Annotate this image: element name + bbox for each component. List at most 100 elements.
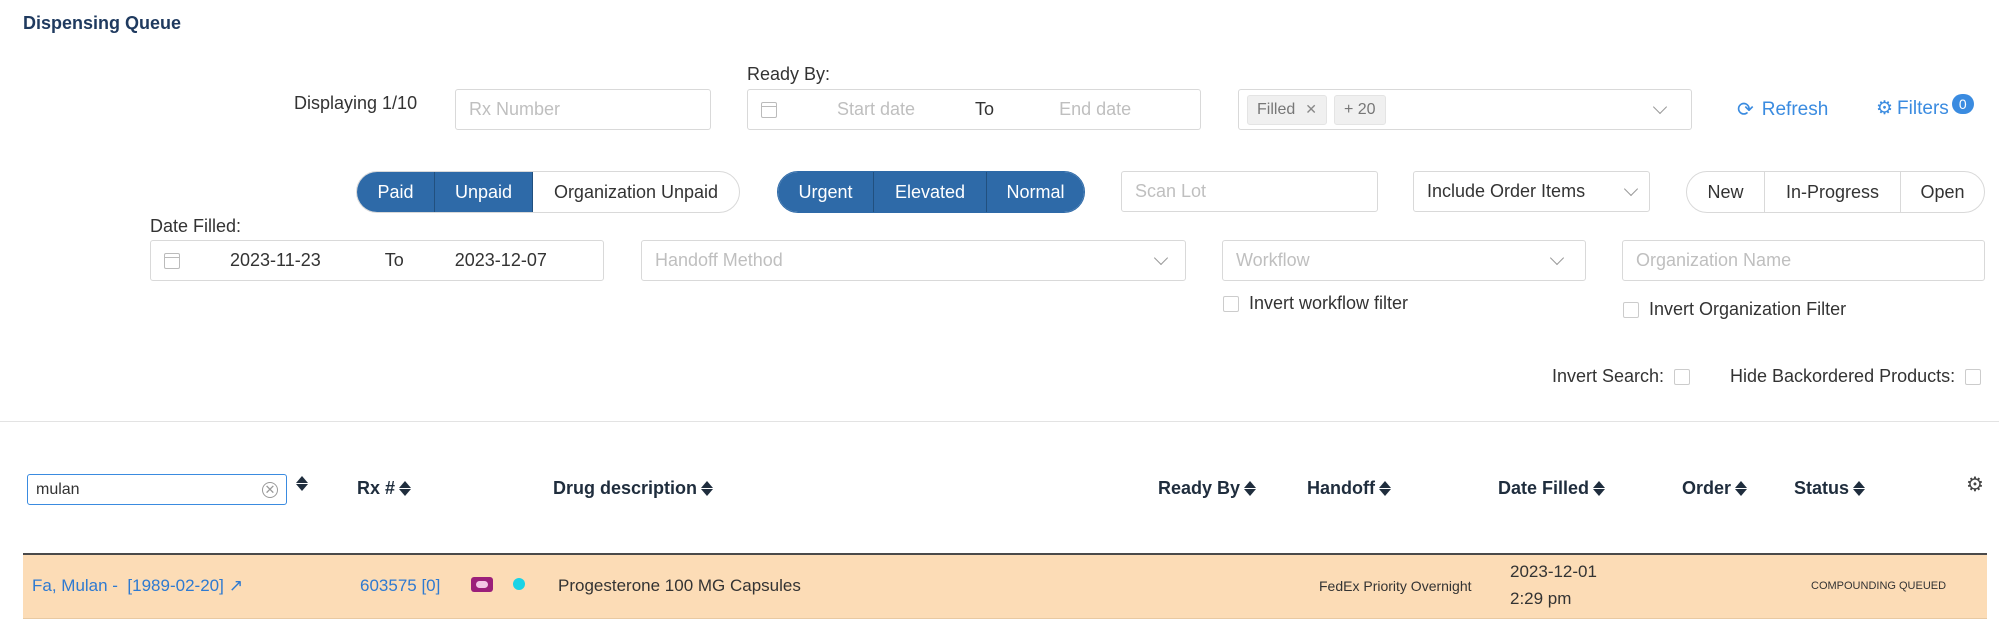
priority-toggle: Urgent Elevated Normal xyxy=(777,171,1085,213)
status-tag-filled[interactable]: Filled ✕ xyxy=(1247,94,1327,125)
column-header-label: Handoff xyxy=(1307,478,1375,498)
chevron-down-icon xyxy=(1549,250,1565,266)
state-toggle: New In-Progress Open xyxy=(1686,171,1985,213)
hide-backordered-checkbox[interactable] xyxy=(1965,368,1982,385)
toggle-unpaid[interactable]: Unpaid xyxy=(435,172,533,212)
ready-by-label: Ready By: xyxy=(747,64,831,84)
column-header-rx[interactable]: Rx # xyxy=(357,478,412,499)
column-header-ready-by[interactable]: Ready By xyxy=(1158,478,1257,499)
include-order-items-select[interactable]: Include Order Items xyxy=(1413,171,1650,212)
date-filled-time: 2:29 pm xyxy=(1510,589,1572,608)
date-filled-range[interactable]: 2023-11-23 To 2023-12-07 xyxy=(150,240,604,281)
hide-backordered-option[interactable]: Hide Backordered Products: xyxy=(1730,366,1982,387)
column-header-date-filled[interactable]: Date Filled xyxy=(1498,478,1606,499)
sort-icon xyxy=(1593,481,1606,496)
status-multiselect[interactable]: Filled ✕ + 20 xyxy=(1238,89,1692,130)
patient-search-input[interactable]: mulan ✕ xyxy=(27,474,287,505)
calendar-icon xyxy=(761,101,777,118)
status-tag-label: Filled xyxy=(1257,100,1296,118)
patient-link[interactable]: Fa, Mulan - [1989-02-20] ↗ xyxy=(32,576,243,596)
sort-icon xyxy=(399,481,412,496)
ready-by-range[interactable]: Start date To End date xyxy=(747,89,1201,130)
pill-icon xyxy=(471,577,493,592)
close-icon[interactable]: ✕ xyxy=(1305,101,1317,118)
invert-workflow-filter[interactable]: Invert workflow filter xyxy=(1223,293,1408,314)
handoff-method: FedEx Priority Overnight xyxy=(1319,578,1472,594)
date-filled-label: Date Filled: xyxy=(150,216,242,236)
refresh-label: Refresh xyxy=(1761,98,1829,120)
clear-icon[interactable]: ✕ xyxy=(262,481,278,498)
start-date-placeholder: Start date xyxy=(837,99,916,119)
status-badge: COMPOUNDING QUEUED xyxy=(1811,580,1947,592)
toggle-normal[interactable]: Normal xyxy=(987,172,1084,212)
sort-icon xyxy=(1853,481,1866,496)
handoff-method-placeholder: Handoff Method xyxy=(655,250,783,270)
scan-lot-input[interactable]: Scan Lot xyxy=(1121,171,1378,212)
calendar-icon xyxy=(164,252,180,269)
page-title: Dispensing Queue xyxy=(23,13,182,33)
workflow-placeholder: Workflow xyxy=(1236,250,1310,270)
column-settings-gear-icon[interactable]: ⚙ xyxy=(1966,472,1984,497)
patient-search-value: mulan xyxy=(36,480,80,498)
chevron-down-icon xyxy=(1623,181,1639,197)
column-header-label: Ready By xyxy=(1158,478,1241,498)
invert-search-option[interactable]: Invert Search: xyxy=(1552,366,1691,387)
date-filled-to-label: To xyxy=(384,250,404,270)
toggle-in-progress[interactable]: In-Progress xyxy=(1765,172,1901,212)
toggle-open[interactable]: Open xyxy=(1901,172,1984,212)
invert-organization-checkbox[interactable] xyxy=(1623,301,1639,318)
filters-count-badge: 0 xyxy=(1951,93,1974,114)
toggle-new[interactable]: New xyxy=(1687,172,1765,212)
hide-backordered-label: Hide Backordered Products: xyxy=(1730,366,1956,386)
payment-toggle: Paid Unpaid Organization Unpaid xyxy=(356,171,740,213)
invert-workflow-checkbox[interactable] xyxy=(1223,295,1239,312)
external-link-icon[interactable]: ↗ xyxy=(229,576,243,596)
chevron-down-icon xyxy=(1652,99,1668,115)
scan-lot-placeholder: Scan Lot xyxy=(1135,181,1207,201)
column-header-label: Order xyxy=(1682,478,1732,498)
patient-name: Fa, Mulan - [1989-02-20] xyxy=(32,576,224,595)
section-divider xyxy=(0,421,1999,422)
rx-number-input[interactable]: Rx Number xyxy=(455,89,711,130)
column-header-label: Drug description xyxy=(553,478,698,498)
date-filled-from: 2023-11-23 xyxy=(230,250,321,270)
toggle-paid[interactable]: Paid xyxy=(357,172,435,212)
sort-icon xyxy=(701,481,714,496)
rx-number-placeholder: Rx Number xyxy=(469,99,561,119)
to-label: To xyxy=(975,99,995,119)
invert-search-label: Invert Search: xyxy=(1552,366,1665,386)
sort-icon[interactable] xyxy=(296,476,308,491)
column-header-status[interactable]: Status xyxy=(1794,478,1866,499)
drug-description: Progesterone 100 MG Capsules xyxy=(558,576,801,595)
date-filled-to: 2023-12-07 xyxy=(454,250,547,270)
invert-search-checkbox[interactable] xyxy=(1674,368,1691,385)
toggle-organization-unpaid[interactable]: Organization Unpaid xyxy=(533,172,739,212)
gear-icon: ⚙ xyxy=(1876,98,1894,119)
column-header-label: Date Filled xyxy=(1498,478,1590,498)
end-date-placeholder: End date xyxy=(1059,99,1132,119)
include-order-items-value: Include Order Items xyxy=(1427,181,1586,201)
rx-number-link[interactable]: 603575 [0] xyxy=(360,576,440,596)
displaying-count: Displaying 1/10 xyxy=(294,93,418,113)
chevron-down-icon xyxy=(1153,250,1169,266)
sort-icon xyxy=(1244,481,1257,496)
toggle-urgent[interactable]: Urgent xyxy=(778,172,874,212)
status-dot-icon xyxy=(513,578,525,590)
handoff-method-select[interactable]: Handoff Method xyxy=(641,240,1186,281)
column-header-order[interactable]: Order xyxy=(1682,478,1748,499)
table-row[interactable] xyxy=(23,553,1987,619)
filters-label: Filters xyxy=(1897,97,1949,119)
filters-button[interactable]: ⚙ Filters 0 xyxy=(1876,93,1974,120)
toggle-elevated[interactable]: Elevated xyxy=(874,172,987,212)
column-header-handoff[interactable]: Handoff xyxy=(1307,478,1391,499)
workflow-select[interactable]: Workflow xyxy=(1222,240,1586,281)
invert-workflow-label: Invert workflow filter xyxy=(1249,293,1409,313)
invert-organization-label: Invert Organization Filter xyxy=(1649,299,1847,319)
column-header-drug-description[interactable]: Drug description xyxy=(553,478,714,499)
organization-name-input[interactable]: Organization Name xyxy=(1622,240,1985,281)
invert-organization-filter[interactable]: Invert Organization Filter xyxy=(1623,299,1846,320)
organization-name-placeholder: Organization Name xyxy=(1636,250,1792,270)
refresh-button[interactable]: ⟳ Refresh xyxy=(1737,97,1828,122)
status-tag-more[interactable]: + 20 xyxy=(1333,94,1386,125)
column-header-label: Rx # xyxy=(357,478,396,498)
